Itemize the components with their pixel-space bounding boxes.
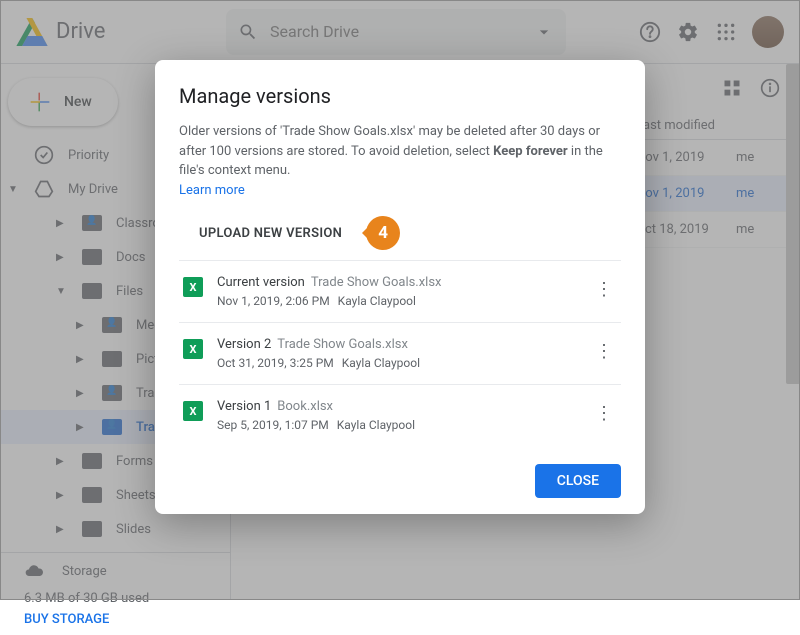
version-list: X Current versionTrade Show Goals.xlsx N… (179, 260, 621, 446)
version-row: X Current versionTrade Show Goals.xlsx N… (179, 261, 621, 323)
buy-storage-link[interactable]: BUY STORAGE (24, 612, 109, 627)
version-menu-icon[interactable]: ⋮ (591, 337, 617, 366)
learn-more-link[interactable]: Learn more (179, 183, 245, 198)
modal-overlay: Manage versions Older versions of 'Trade… (0, 0, 800, 600)
version-menu-icon[interactable]: ⋮ (591, 399, 617, 428)
dialog-title: Manage versions (179, 84, 621, 108)
dialog-description: Older versions of 'Trade Show Goals.xlsx… (179, 122, 621, 200)
callout-badge: 4 (366, 216, 400, 250)
version-row: X Version 1Book.xlsx Sep 5, 2019, 1:07 P… (179, 385, 621, 446)
manage-versions-dialog: Manage versions Older versions of 'Trade… (155, 60, 645, 514)
xlsx-icon: X (183, 277, 203, 297)
close-button[interactable]: CLOSE (535, 464, 621, 498)
xlsx-icon: X (183, 401, 203, 421)
xlsx-icon: X (183, 339, 203, 359)
upload-new-version-button[interactable]: UPLOAD NEW VERSION (179, 218, 362, 249)
version-menu-icon[interactable]: ⋮ (591, 275, 617, 304)
version-row: X Version 2Trade Show Goals.xlsx Oct 31,… (179, 323, 621, 385)
